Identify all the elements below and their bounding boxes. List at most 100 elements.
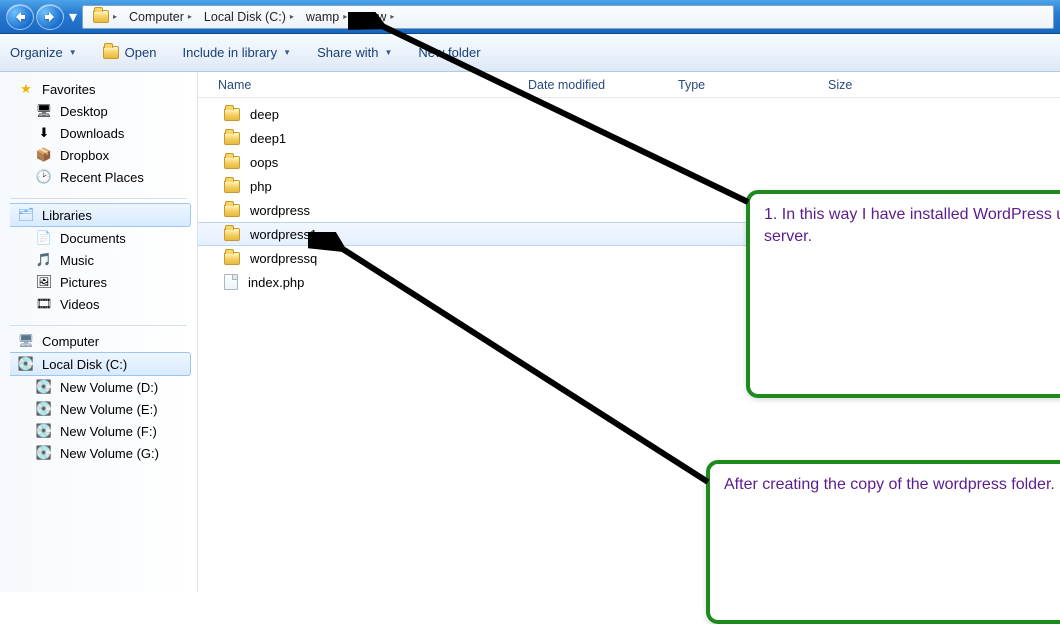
- star-icon: ★: [18, 81, 34, 97]
- item-icon: 🎵: [36, 252, 52, 268]
- file-name: wordpress1: [250, 227, 317, 242]
- libraries-item[interactable]: 🎵 Music: [0, 249, 197, 271]
- sidebar-item-label: Music: [60, 253, 94, 268]
- main-area: ★ Favorites 🖥 Desktop ⬇Downloads 📦 Dropbox 🕑 R…: [0, 72, 1060, 592]
- chevron-right-icon: ▸: [390, 12, 394, 21]
- column-headers: Name Date modified Type Size: [198, 72, 1060, 98]
- favorites-item[interactable]: ⬇Downloads: [0, 122, 197, 144]
- favorites-header[interactable]: ★ Favorites: [0, 78, 197, 100]
- chevron-right-icon: ▸: [188, 12, 192, 21]
- computer-item[interactable]: 💽New Volume (F:): [0, 420, 197, 442]
- group-label: Libraries: [42, 208, 92, 223]
- computer-item[interactable]: 💽 New Volume (G:): [0, 442, 197, 464]
- breadcrumb-computer[interactable]: Computer ▸: [123, 6, 198, 28]
- annotation-text: 1. In this way I have installed WordPres…: [764, 206, 1060, 245]
- sidebar-item-label: Recent Places: [60, 170, 144, 185]
- computer-item[interactable]: 💽New Volume (E:): [0, 398, 197, 420]
- folder-icon: [224, 156, 240, 169]
- group-label: Computer: [42, 334, 99, 349]
- file-name: wordpress: [250, 203, 310, 218]
- breadcrumb-label: Local Disk (C:): [204, 10, 286, 24]
- group-label: Favorites: [42, 82, 95, 97]
- computer-header[interactable]: 🖥 Computer: [0, 330, 197, 352]
- column-name[interactable]: Name: [218, 78, 528, 92]
- column-date[interactable]: Date modified: [528, 78, 678, 92]
- item-icon: 🎞: [36, 296, 52, 312]
- libraries-icon: 🗂: [18, 207, 34, 223]
- file-row[interactable]: deep1: [198, 126, 1060, 150]
- favorites-item[interactable]: 🕑 Recent Places: [0, 166, 197, 188]
- folder-icon: [224, 204, 240, 217]
- sidebar-item-label: Downloads: [60, 126, 124, 141]
- libraries-header[interactable]: 🗂 Libraries: [10, 203, 191, 227]
- address-bar[interactable]: ▸ Computer ▸ Local Disk (C:) ▸ wamp ▸ ww…: [82, 5, 1054, 29]
- breadcrumb-wamp[interactable]: wamp ▸: [300, 6, 353, 28]
- sidebar-item-label: New Volume (D:): [60, 380, 158, 395]
- sidebar-item-label: New Volume (G:): [60, 446, 159, 461]
- sidebar-item-label: Documents: [60, 231, 126, 246]
- file-pane: Name Date modified Type Size deep deep1 oo…: [198, 72, 1060, 592]
- libraries-item[interactable]: 📄 Documents: [0, 227, 197, 249]
- folder-icon: [224, 108, 240, 121]
- include-library-menu[interactable]: Include in library ▼: [182, 45, 291, 60]
- navigation-pane[interactable]: ★ Favorites 🖥 Desktop ⬇Downloads 📦 Dropbox 🕑 R…: [0, 72, 198, 592]
- sidebar-item-label: Local Disk (C:): [42, 357, 127, 372]
- chevron-right-icon: ▸: [290, 12, 294, 21]
- sidebar-item-label: Pictures: [60, 275, 107, 290]
- annotation-text: After creating the copy of the wordpress…: [724, 476, 1055, 493]
- forward-button[interactable]: [36, 4, 64, 30]
- item-icon: 💽: [36, 379, 52, 395]
- sidebar-item-label: Desktop: [60, 104, 108, 119]
- open-button[interactable]: Open: [103, 45, 157, 60]
- file-name: wordpressq: [250, 251, 317, 266]
- file-name: deep: [250, 107, 279, 122]
- file-row[interactable]: deep: [198, 102, 1060, 126]
- arrow-right-icon: [44, 11, 56, 23]
- chevron-right-icon: ▸: [343, 12, 347, 21]
- favorites-item[interactable]: 📦 Dropbox: [0, 144, 197, 166]
- item-icon: 💽: [36, 445, 52, 461]
- item-icon: 📄: [36, 230, 52, 246]
- file-name: php: [250, 179, 272, 194]
- separator: [10, 325, 187, 326]
- item-icon: 🖥: [36, 103, 52, 119]
- item-icon: 🖼: [36, 274, 52, 290]
- nav-history-dropdown[interactable]: ▾: [66, 4, 80, 30]
- organize-menu[interactable]: Organize ▼: [10, 45, 77, 60]
- libraries-item[interactable]: 🎞Videos: [0, 293, 197, 315]
- favorites-item[interactable]: 🖥 Desktop: [0, 100, 197, 122]
- breadcrumb-localdisk[interactable]: Local Disk (C:) ▸: [198, 6, 300, 28]
- libraries-item[interactable]: 🖼 Pictures: [0, 271, 197, 293]
- sidebar-item-label: Dropbox: [60, 148, 109, 163]
- folder-open-icon: [103, 46, 119, 59]
- breadcrumb-www[interactable]: www ▸: [353, 6, 400, 28]
- new-folder-button[interactable]: New folder: [418, 45, 480, 60]
- chevron-right-icon: ▸: [113, 12, 117, 21]
- computer-item[interactable]: 💽Local Disk (C:): [10, 352, 191, 376]
- item-icon: 📦: [36, 147, 52, 163]
- file-name: oops: [250, 155, 278, 170]
- computer-item[interactable]: 💽 New Volume (D:): [0, 376, 197, 398]
- item-icon: 🕑: [36, 169, 52, 185]
- toolbar-label: New folder: [418, 45, 480, 60]
- toolbar-label: Share with: [317, 45, 378, 60]
- computer-group: 🖥 Computer 💽Local Disk (C:)💽New Volume (…: [0, 330, 197, 464]
- file-row[interactable]: oops: [198, 150, 1060, 174]
- libraries-group: 🗂 Libraries 📄 Documents 🎵 Music 🖼 Pictures 🎞Vi…: [0, 203, 197, 315]
- column-type[interactable]: Type: [678, 78, 828, 92]
- chevron-down-icon: ▼: [283, 48, 291, 57]
- folder-icon: [224, 180, 240, 193]
- chevron-down-icon: ▼: [384, 48, 392, 57]
- sidebar-item-label: New Volume (E:): [60, 402, 158, 417]
- toolbar-label: Open: [125, 45, 157, 60]
- back-button[interactable]: [6, 4, 34, 30]
- breadcrumb-root[interactable]: ▸: [87, 6, 123, 28]
- computer-icon: 🖥: [18, 333, 34, 349]
- separator: [10, 198, 187, 199]
- toolbar-label: Organize: [10, 45, 63, 60]
- breadcrumb-label: wamp: [306, 10, 339, 24]
- folder-icon: [224, 252, 240, 265]
- share-with-menu[interactable]: Share with ▼: [317, 45, 392, 60]
- annotation-callout-2: After creating the copy of the wordpress…: [706, 460, 1060, 624]
- column-size[interactable]: Size: [828, 78, 948, 92]
